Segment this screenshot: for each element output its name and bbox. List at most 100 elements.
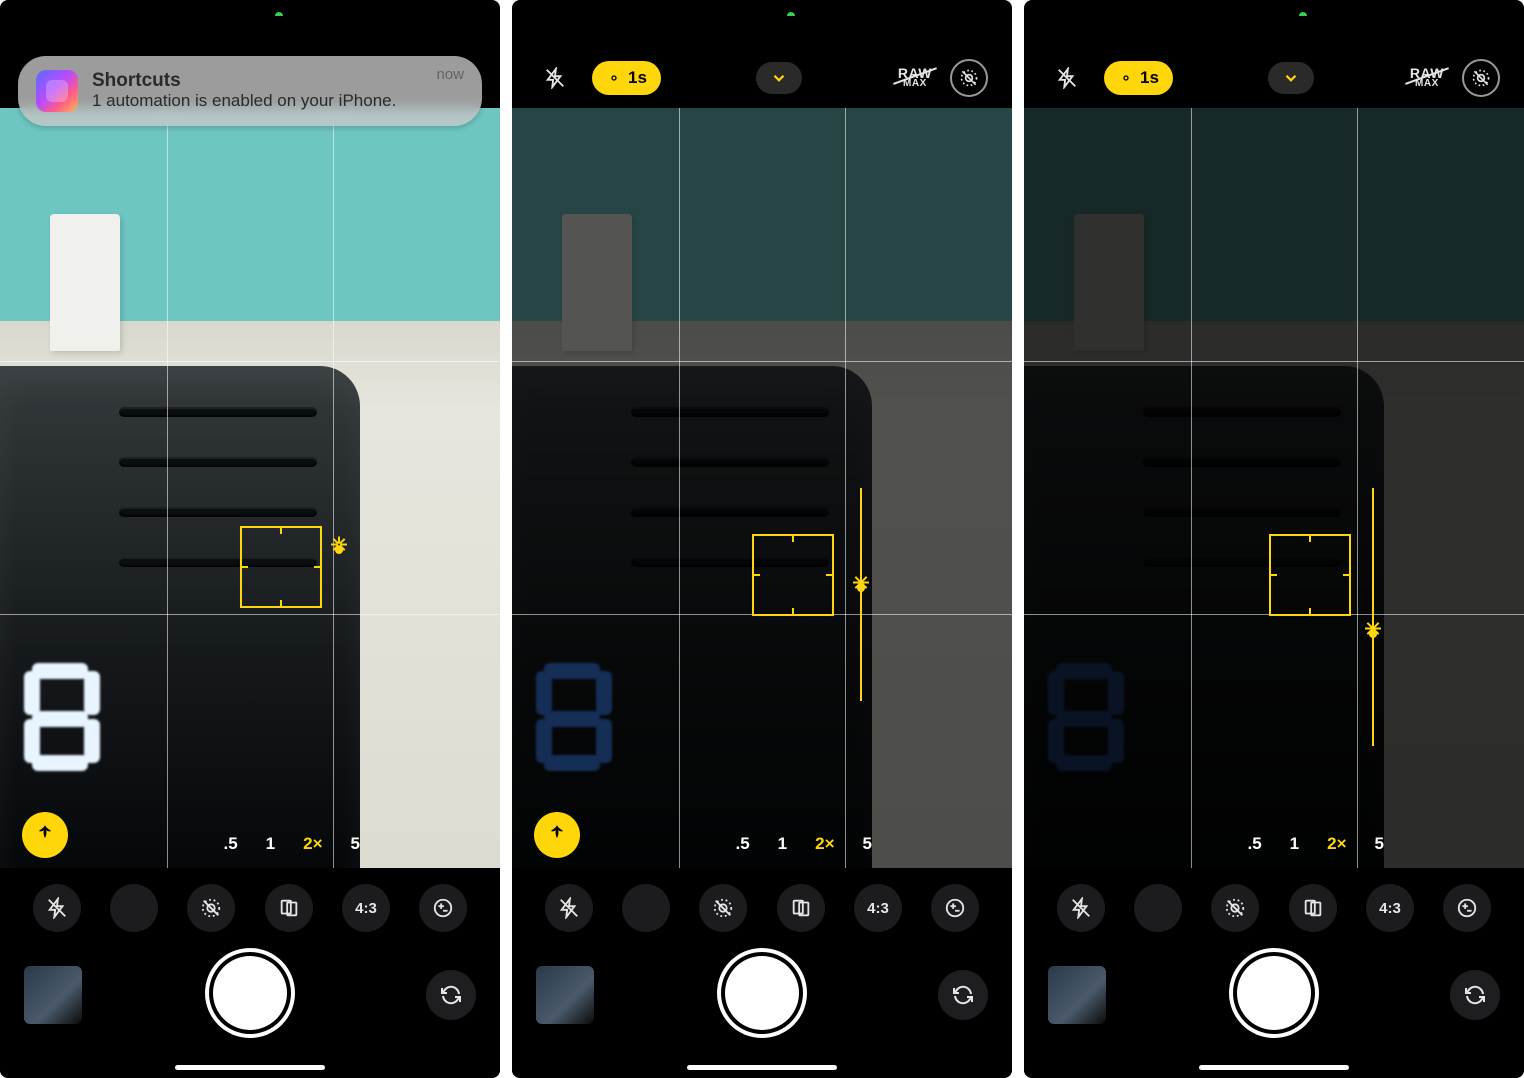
night-mode-tool-button[interactable]: [1134, 884, 1182, 932]
zoom-level-1x[interactable]: 1: [778, 834, 787, 854]
live-photo-off-button[interactable]: [1462, 59, 1500, 97]
exposure-tool-button[interactable]: [419, 884, 467, 932]
raw-toggle-button[interactable]: RAW MAX: [898, 68, 932, 88]
home-indicator[interactable]: [1199, 1065, 1349, 1070]
zoom-level-0-5x[interactable]: .5: [1247, 834, 1261, 854]
focus-reticle[interactable]: [240, 526, 322, 608]
notification-banner[interactable]: Shortcuts 1 automation is enabled on you…: [18, 56, 482, 126]
notification-time: now: [436, 66, 464, 83]
night-mode-tool-button[interactable]: [622, 884, 670, 932]
zoom-level-1x[interactable]: 1: [1290, 834, 1299, 854]
phone-screen: 1s RAW MAX: [512, 0, 1012, 1078]
notification-message: 1 automation is enabled on your iPhone.: [92, 92, 422, 111]
grid-line: [679, 108, 680, 868]
expand-controls-button[interactable]: [756, 62, 802, 94]
grid-line: [0, 614, 500, 615]
zoom-level-2x[interactable]: 2×: [303, 834, 322, 854]
grid-line: [333, 108, 334, 868]
viewfinder-scene: [1024, 108, 1524, 868]
macro-mode-button[interactable]: [22, 812, 68, 858]
flash-tool-button[interactable]: [33, 884, 81, 932]
phone-screen: Shortcuts 1 automation is enabled on you…: [0, 0, 500, 1078]
live-photo-tool-button[interactable]: [1211, 884, 1259, 932]
shutter-button[interactable]: [213, 956, 287, 1030]
photographic-styles-tool-button[interactable]: [1289, 884, 1337, 932]
zoom-level-0-5x[interactable]: .5: [735, 834, 749, 854]
dynamic-island: [1204, 16, 1344, 52]
home-indicator[interactable]: [687, 1065, 837, 1070]
status-bar: [512, 0, 1012, 48]
aspect-ratio-tool-button[interactable]: 4:3: [854, 884, 902, 932]
camera-tool-row: 4:3: [1024, 868, 1524, 948]
grid-line: [167, 108, 168, 868]
camera-flip-button[interactable]: [426, 970, 476, 1020]
aspect-ratio-tool-button[interactable]: 4:3: [342, 884, 390, 932]
grid-line: [845, 108, 846, 868]
scene-digital-glow: [1044, 655, 1244, 853]
home-indicator[interactable]: [175, 1065, 325, 1070]
zoom-level-2x[interactable]: 2×: [1327, 834, 1346, 854]
zoom-level-0-5x[interactable]: .5: [223, 834, 237, 854]
camera-tool-row: 4:3: [512, 868, 1012, 948]
live-photo-tool-button[interactable]: [187, 884, 235, 932]
live-photo-tool-button[interactable]: [699, 884, 747, 932]
camera-tool-row: 4:3: [0, 868, 500, 948]
shutter-row: [512, 948, 1012, 1078]
exposure-tool-button[interactable]: [931, 884, 979, 932]
zoom-level-2x[interactable]: 2×: [815, 834, 834, 854]
exposure-sun-icon[interactable]: [1364, 625, 1382, 643]
phone-screen: 1s RAW MAX: [1024, 0, 1524, 1078]
zoom-level-5x[interactable]: 5: [1375, 834, 1384, 854]
zoom-selector[interactable]: .5 1 2× 5: [735, 834, 872, 854]
night-mode-duration: 1s: [1140, 68, 1159, 88]
live-photo-off-button[interactable]: [950, 59, 988, 97]
camera-viewfinder[interactable]: .5 1 2× 5: [1024, 108, 1524, 868]
flash-tool-button[interactable]: [545, 884, 593, 932]
camera-viewfinder[interactable]: .5 1 2× 5: [512, 108, 1012, 868]
zoom-level-1x[interactable]: 1: [266, 834, 275, 854]
exposure-sun-icon[interactable]: [330, 541, 348, 559]
flash-off-button[interactable]: [1048, 59, 1086, 97]
last-photo-thumbnail[interactable]: [1048, 966, 1106, 1024]
grid-line: [1357, 108, 1358, 868]
zoom-level-5x[interactable]: 5: [351, 834, 360, 854]
status-bar: [0, 0, 500, 48]
last-photo-thumbnail[interactable]: [536, 966, 594, 1024]
night-mode-tool-button[interactable]: [110, 884, 158, 932]
zoom-selector[interactable]: .5 1 2× 5: [223, 834, 360, 854]
night-mode-duration: 1s: [628, 68, 647, 88]
expand-controls-button[interactable]: [1268, 62, 1314, 94]
dynamic-island: [692, 16, 832, 52]
flash-tool-button[interactable]: [1057, 884, 1105, 932]
exposure-tool-button[interactable]: [1443, 884, 1491, 932]
camera-flip-button[interactable]: [1450, 970, 1500, 1020]
camera-top-controls: 1s RAW MAX: [512, 48, 1012, 108]
grid-line: [1024, 361, 1524, 362]
raw-toggle-button[interactable]: RAW MAX: [1410, 68, 1444, 88]
night-mode-pill[interactable]: 1s: [592, 61, 661, 95]
exposure-sun-icon[interactable]: [852, 579, 870, 597]
status-bar: [1024, 0, 1524, 48]
macro-mode-button[interactable]: [534, 812, 580, 858]
photographic-styles-tool-button[interactable]: [265, 884, 313, 932]
exposure-slider-track[interactable]: [1372, 488, 1374, 746]
shutter-button[interactable]: [725, 956, 799, 1030]
photographic-styles-tool-button[interactable]: [777, 884, 825, 932]
shutter-button[interactable]: [1237, 956, 1311, 1030]
focus-reticle[interactable]: [752, 534, 834, 616]
focus-reticle[interactable]: [1269, 534, 1351, 616]
camera-viewfinder[interactable]: .5 1 2× 5: [0, 108, 500, 868]
zoom-level-5x[interactable]: 5: [863, 834, 872, 854]
shutter-row: [0, 948, 500, 1078]
grid-line: [1191, 108, 1192, 868]
aspect-ratio-tool-button[interactable]: 4:3: [1366, 884, 1414, 932]
night-mode-pill[interactable]: 1s: [1104, 61, 1173, 95]
dynamic-island: [180, 16, 320, 52]
camera-top-controls: 1s RAW MAX: [1024, 48, 1524, 108]
camera-flip-button[interactable]: [938, 970, 988, 1020]
last-photo-thumbnail[interactable]: [24, 966, 82, 1024]
flash-off-button[interactable]: [536, 59, 574, 97]
shortcuts-app-icon: [36, 70, 78, 112]
notification-body: Shortcuts 1 automation is enabled on you…: [92, 71, 422, 111]
zoom-selector[interactable]: .5 1 2× 5: [1247, 834, 1384, 854]
